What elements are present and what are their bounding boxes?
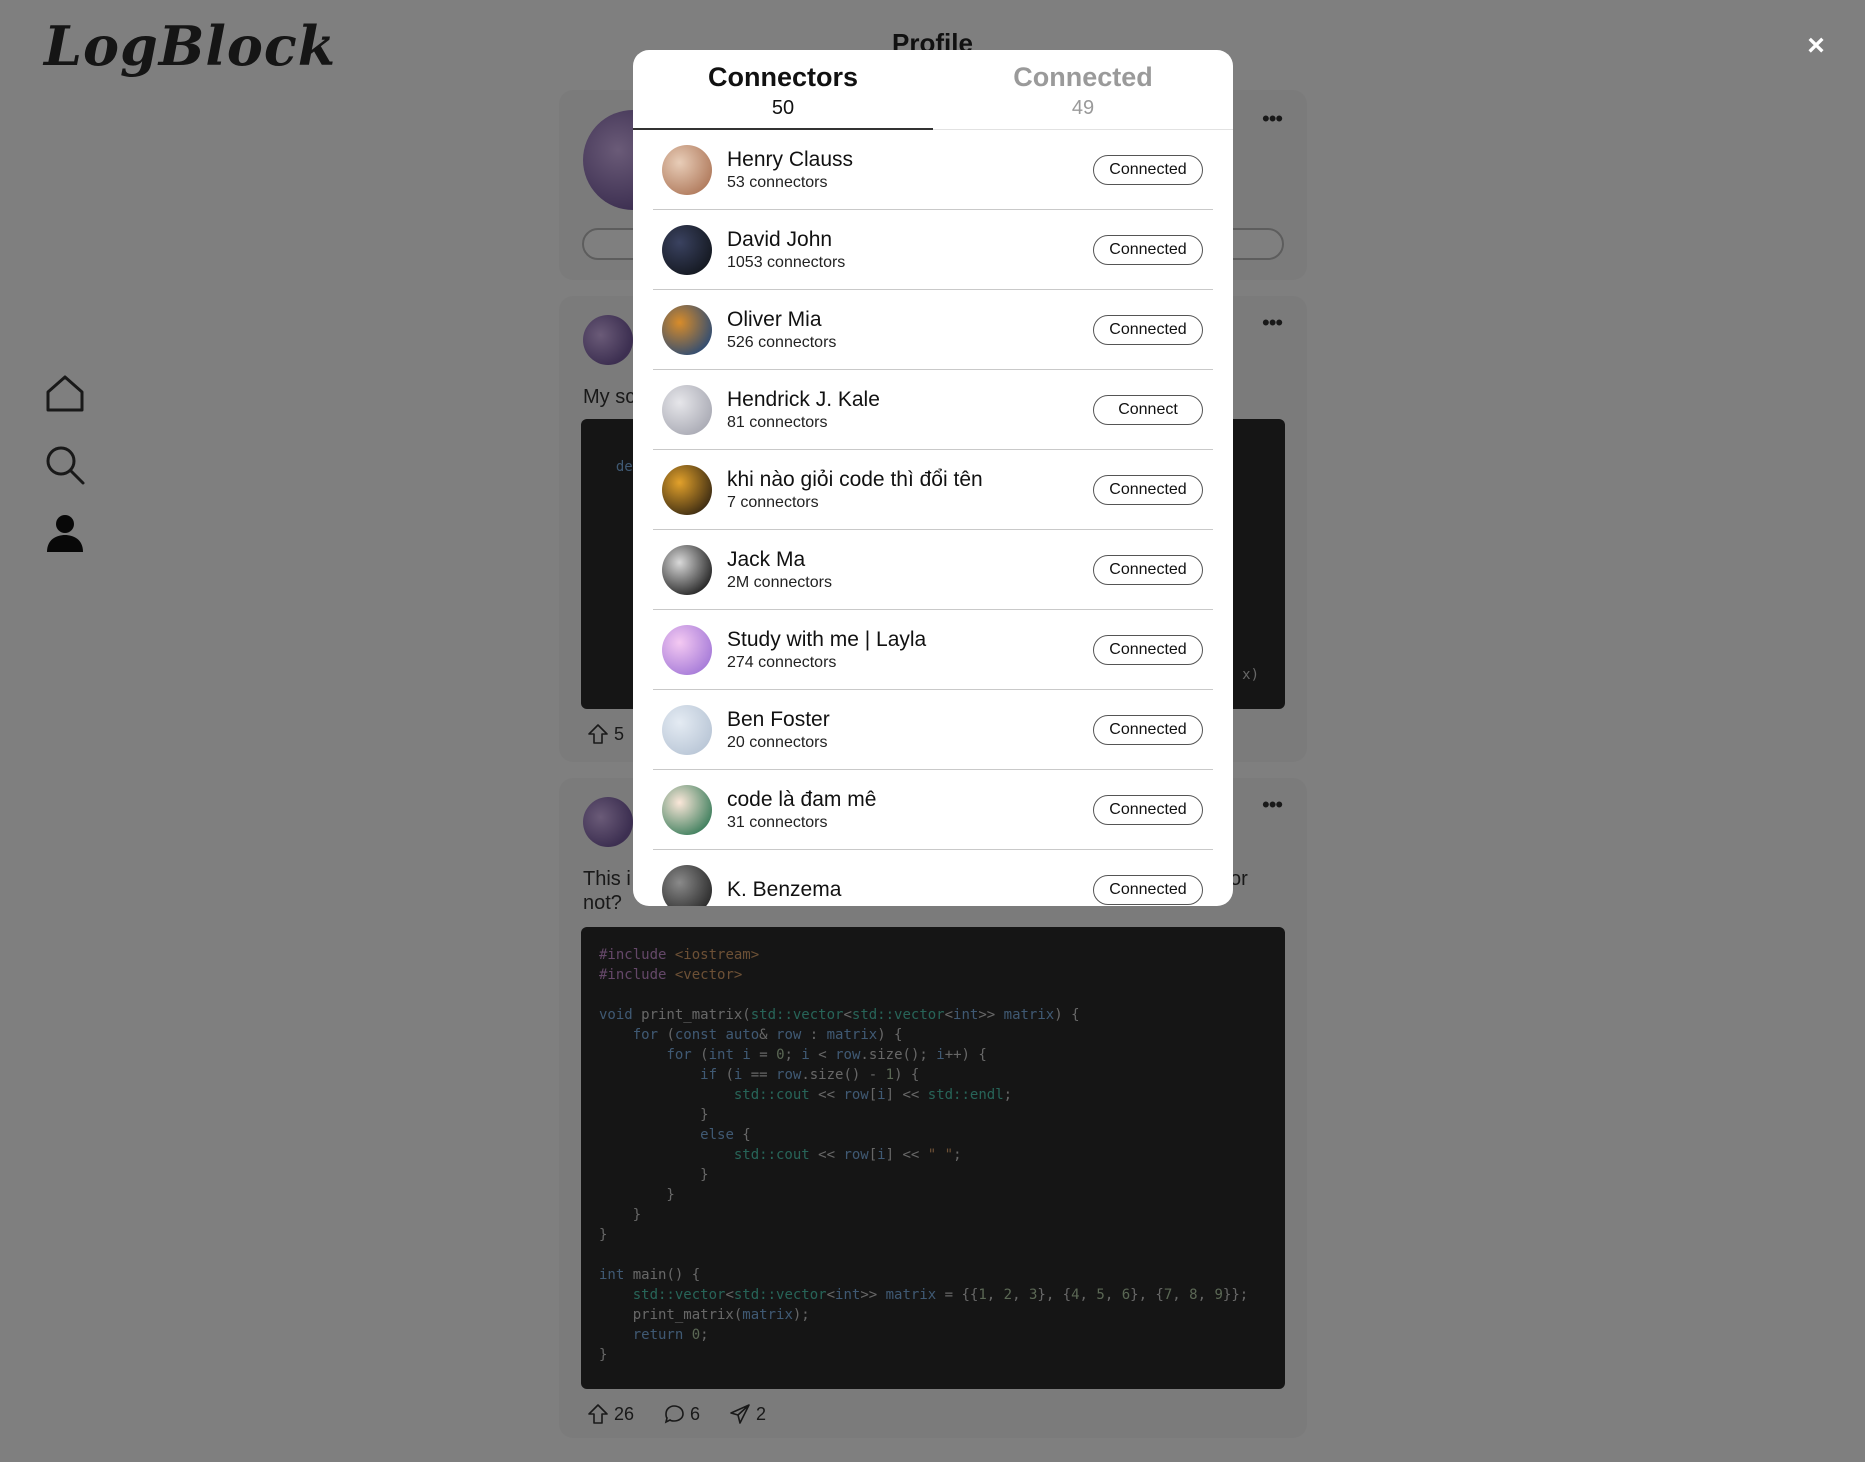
list-item[interactable]: khi nào giỏi code thì đổi tên 7 connecto… bbox=[653, 450, 1213, 530]
user-name[interactable]: Henry Clauss bbox=[727, 147, 1093, 173]
avatar[interactable] bbox=[662, 384, 712, 435]
list-item-text: Study with me | Layla 274 connectors bbox=[727, 627, 1093, 673]
connect-button[interactable]: Connected bbox=[1093, 714, 1203, 745]
user-name[interactable]: khi nào giỏi code thì đổi tên bbox=[727, 467, 1093, 493]
avatar[interactable] bbox=[662, 544, 712, 595]
list-item[interactable]: Hendrick J. Kale 81 connectors Connect bbox=[653, 370, 1213, 450]
connector-count: 526 connectors bbox=[727, 333, 837, 351]
connector-count: 274 connectors bbox=[727, 653, 837, 671]
tab-connectors[interactable]: Connectors 50 bbox=[633, 50, 933, 130]
list-item[interactable]: Ben Foster 20 connectors Connected bbox=[653, 690, 1213, 770]
avatar[interactable] bbox=[662, 144, 712, 195]
connect-button[interactable]: Connect bbox=[1093, 394, 1203, 425]
list-item[interactable]: David John 1053 connectors Connected bbox=[653, 210, 1213, 290]
avatar[interactable] bbox=[662, 864, 712, 906]
list-item[interactable]: Henry Clauss 53 connectors Connected bbox=[653, 130, 1213, 210]
list-item[interactable]: code là đam mê 31 connectors Connected bbox=[653, 770, 1213, 850]
user-name[interactable]: K. Benzema bbox=[727, 877, 1093, 903]
connector-count: 81 connectors bbox=[727, 413, 828, 431]
list-item-text: K. Benzema bbox=[727, 877, 1093, 903]
list-item[interactable]: Study with me | Layla 274 connectors Con… bbox=[653, 610, 1213, 690]
avatar[interactable] bbox=[662, 304, 712, 355]
connector-count: 31 connectors bbox=[727, 813, 828, 831]
connect-button[interactable]: Connected bbox=[1093, 234, 1203, 265]
tab-label: Connected bbox=[1013, 62, 1153, 92]
tab-count: 50 bbox=[771, 97, 795, 119]
list-item-text: Hendrick J. Kale 81 connectors bbox=[727, 387, 1093, 433]
connector-count: 2M connectors bbox=[727, 573, 832, 591]
list-item[interactable]: Jack Ma 2M connectors Connected bbox=[653, 530, 1213, 610]
list-item-text: Jack Ma 2M connectors bbox=[727, 547, 1093, 593]
avatar[interactable] bbox=[662, 624, 712, 675]
close-icon: × bbox=[1807, 29, 1825, 62]
modal-tabs: Connectors 50 Connected 49 bbox=[633, 50, 1233, 130]
connect-button[interactable]: Connected bbox=[1093, 634, 1203, 665]
list-item-text: David John 1053 connectors bbox=[727, 227, 1093, 273]
avatar[interactable] bbox=[662, 464, 712, 515]
list-item-text: Henry Clauss 53 connectors bbox=[727, 147, 1093, 193]
list-item[interactable]: Oliver Mia 526 connectors Connected bbox=[653, 290, 1213, 370]
connector-count: 20 connectors bbox=[727, 733, 828, 751]
user-name[interactable]: David John bbox=[727, 227, 1093, 253]
user-name[interactable]: Study with me | Layla bbox=[727, 627, 1093, 653]
list-item-text: khi nào giỏi code thì đổi tên 7 connecto… bbox=[727, 467, 1093, 513]
user-name[interactable]: Oliver Mia bbox=[727, 307, 1093, 333]
connect-button[interactable]: Connected bbox=[1093, 474, 1203, 505]
tab-label: Connectors bbox=[707, 62, 859, 92]
connect-button[interactable]: Connected bbox=[1093, 554, 1203, 585]
list-item[interactable]: K. Benzema Connected bbox=[653, 850, 1213, 906]
list-item-text: code là đam mê 31 connectors bbox=[727, 787, 1093, 833]
connectors-modal: Connectors 50 Connected 49 Henry Clauss … bbox=[633, 50, 1233, 906]
user-name[interactable]: Ben Foster bbox=[727, 707, 1093, 733]
connect-button[interactable]: Connected bbox=[1093, 154, 1203, 185]
user-name[interactable]: Hendrick J. Kale bbox=[727, 387, 1093, 413]
connect-button[interactable]: Connected bbox=[1093, 794, 1203, 825]
connector-list[interactable]: Henry Clauss 53 connectors Connected Dav… bbox=[653, 130, 1213, 906]
list-item-text: Ben Foster 20 connectors bbox=[727, 707, 1093, 753]
connector-count: 7 connectors bbox=[727, 493, 819, 511]
list-item-text: Oliver Mia 526 connectors bbox=[727, 307, 1093, 353]
connect-button[interactable]: Connected bbox=[1093, 874, 1203, 905]
close-button[interactable]: × bbox=[1804, 31, 1828, 61]
user-name[interactable]: Jack Ma bbox=[727, 547, 1093, 573]
tab-count: 49 bbox=[1071, 97, 1095, 119]
avatar[interactable] bbox=[662, 704, 712, 755]
avatar[interactable] bbox=[662, 784, 712, 835]
avatar[interactable] bbox=[662, 224, 712, 275]
user-name[interactable]: code là đam mê bbox=[727, 787, 1093, 813]
tab-connected[interactable]: Connected 49 bbox=[933, 50, 1233, 129]
connector-count: 53 connectors bbox=[727, 173, 828, 191]
connect-button[interactable]: Connected bbox=[1093, 314, 1203, 345]
connector-count: 1053 connectors bbox=[727, 253, 846, 271]
